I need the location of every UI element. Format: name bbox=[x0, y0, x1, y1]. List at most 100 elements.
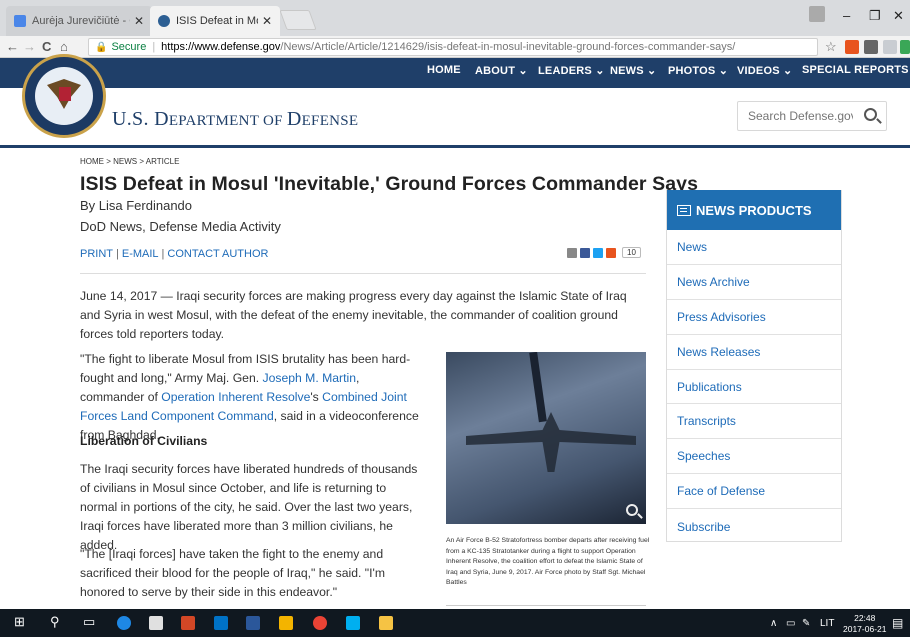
nav-photos[interactable]: PHOTOS ⌄ bbox=[668, 64, 728, 77]
divider bbox=[446, 605, 646, 606]
notifications-icon[interactable]: ▤ bbox=[892, 616, 903, 630]
nav-news[interactable]: NEWS ⌄ bbox=[610, 64, 656, 77]
sidebar-item-publications[interactable]: Publications bbox=[667, 370, 841, 405]
site-top-nav: HOME ABOUT ⌄ LEADERS ⌄ NEWS ⌄ PHOTOS ⌄ V… bbox=[0, 58, 910, 88]
extension-icon[interactable] bbox=[900, 40, 910, 54]
search-icon[interactable] bbox=[864, 108, 877, 121]
shield-icon bbox=[59, 87, 71, 101]
sidebar-item-face-of-defense[interactable]: Face of Defense bbox=[667, 474, 841, 510]
back-icon[interactable]: ← bbox=[6, 39, 19, 54]
tab-google-docs[interactable]: Aurėja Jurevičiūtė - Goo ✕ bbox=[6, 6, 152, 36]
nav-special-reports[interactable]: SPECIAL REPORTS bbox=[802, 64, 909, 76]
search-input[interactable] bbox=[738, 102, 853, 130]
url-field[interactable]: 🔒 Secure | https://www.defense.gov /News… bbox=[88, 38, 818, 56]
breadcrumb[interactable]: HOME > NEWS > ARTICLE bbox=[80, 157, 179, 166]
photo-caption: An Air Force B-52 Stratofortress bomber … bbox=[446, 537, 650, 587]
store-icon[interactable] bbox=[149, 616, 163, 630]
browser-tabstrip: Aurėja Jurevičiūtė - Goo ✕ ISIS Defeat i… bbox=[0, 0, 910, 36]
sidebar-heading: NEWS PRODUCTS bbox=[667, 190, 841, 230]
battery-icon[interactable]: ▭ bbox=[786, 618, 795, 629]
twitter-icon[interactable] bbox=[593, 247, 603, 258]
new-tab-button[interactable] bbox=[279, 10, 317, 30]
extension-icon[interactable] bbox=[845, 40, 859, 54]
article-lead: June 14, 2017 — Iraqi security forces ar… bbox=[80, 289, 627, 341]
article-paragraph: The Iraqi security forces have liberated… bbox=[80, 462, 418, 552]
chrome-icon[interactable] bbox=[313, 616, 327, 630]
close-window-button[interactable]: ✕ bbox=[893, 8, 904, 24]
lock-icon: 🔒 bbox=[95, 41, 108, 53]
url-separator: | bbox=[152, 41, 156, 53]
defense-favicon-icon bbox=[158, 15, 170, 27]
tray-chevron-icon[interactable]: ∧ bbox=[770, 618, 777, 629]
clock[interactable]: 22:48 2017-06-21 bbox=[843, 613, 886, 635]
sidebar-item-news-releases[interactable]: News Releases bbox=[667, 335, 841, 370]
nav-about[interactable]: ABOUT ⌄ bbox=[475, 64, 528, 77]
news-products-sidebar: NEWS PRODUCTS News News Archive Press Ad… bbox=[666, 190, 842, 542]
nav-leaders[interactable]: LEADERS ⌄ bbox=[538, 64, 605, 77]
bookmark-star-icon[interactable]: ☆ bbox=[825, 39, 837, 55]
url-host: https://www.defense.gov bbox=[161, 41, 281, 53]
department-name[interactable]: U.S. DEPARTMENT OF DEFENSE bbox=[112, 108, 358, 131]
link-joseph-martin[interactable]: Joseph M. Martin bbox=[263, 371, 356, 385]
article-byline: By Lisa Ferdinando bbox=[80, 198, 193, 213]
extension-icon[interactable] bbox=[864, 40, 878, 54]
home-icon[interactable]: ⌂ bbox=[60, 39, 68, 54]
skype-icon[interactable] bbox=[346, 616, 360, 630]
link-operation-inherent-resolve[interactable]: Operation Inherent Resolve bbox=[161, 390, 310, 404]
print-link[interactable]: PRINT bbox=[80, 248, 113, 260]
nav-videos[interactable]: VIDEOS ⌄ bbox=[737, 64, 792, 77]
share-buttons: 10 bbox=[567, 247, 641, 258]
contact-author-link[interactable]: CONTACT AUTHOR bbox=[167, 248, 268, 260]
b52-bomber-image bbox=[466, 412, 636, 472]
nav-home[interactable]: HOME bbox=[427, 64, 461, 76]
site-search bbox=[737, 101, 887, 131]
email-share-icon[interactable] bbox=[567, 247, 577, 258]
outlook-icon[interactable] bbox=[214, 616, 228, 630]
search-icon[interactable]: ⚲ bbox=[50, 614, 60, 630]
sidebar-item-transcripts[interactable]: Transcripts bbox=[667, 404, 841, 440]
sidebar-item-speeches[interactable]: Speeches bbox=[667, 439, 841, 475]
pen-icon[interactable]: ✎ bbox=[802, 618, 810, 629]
reload-icon[interactable]: C bbox=[42, 39, 51, 54]
dod-seal-logo[interactable] bbox=[22, 54, 106, 138]
tab-close-icon[interactable]: ✕ bbox=[134, 14, 144, 28]
tab-close-icon[interactable]: ✕ bbox=[262, 14, 272, 28]
sidebar-item-news[interactable]: News bbox=[667, 230, 841, 265]
powerpoint-icon[interactable] bbox=[181, 616, 195, 630]
article-org: DoD News, Defense Media Activity bbox=[80, 219, 281, 234]
article-paragraph: "The [Iraqi forces] have taken the fight… bbox=[80, 547, 385, 599]
share-plus-icon[interactable] bbox=[606, 247, 616, 258]
tab-title: Aurėja Jurevičiūtė - Goo bbox=[32, 15, 130, 27]
zoom-icon[interactable] bbox=[626, 504, 638, 516]
clock-time: 22:48 bbox=[854, 613, 876, 623]
facebook-icon[interactable] bbox=[580, 247, 590, 258]
windows-start-icon[interactable]: ⊞ bbox=[14, 614, 25, 630]
minimize-button[interactable]: – bbox=[843, 8, 850, 23]
clock-date: 2017-06-21 bbox=[843, 624, 887, 634]
page-title: ISIS Defeat in Mosul 'Inevitable,' Groun… bbox=[80, 173, 699, 195]
sidebar-item-press-advisories[interactable]: Press Advisories bbox=[667, 300, 841, 335]
article-photo[interactable] bbox=[446, 352, 646, 524]
secure-label: Secure bbox=[111, 41, 147, 53]
edge-icon[interactable] bbox=[117, 616, 131, 630]
refuel-boom bbox=[529, 352, 547, 423]
tab-defense-article[interactable]: ISIS Defeat in Mosul 'Ine ✕ bbox=[150, 6, 280, 36]
profile-icon[interactable] bbox=[809, 6, 825, 22]
extension-icon[interactable] bbox=[883, 40, 897, 54]
photos-icon[interactable] bbox=[279, 616, 293, 630]
maximize-button[interactable]: ❐ bbox=[869, 8, 881, 24]
sidebar-item-news-archive[interactable]: News Archive bbox=[667, 265, 841, 300]
divider bbox=[80, 273, 646, 274]
forward-icon[interactable]: → bbox=[23, 39, 36, 54]
article-paragraph: "The fight to liberate Mosul from ISIS b… bbox=[80, 352, 419, 442]
sidebar-item-subscribe[interactable]: Subscribe bbox=[667, 509, 841, 544]
language-indicator[interactable]: LIT bbox=[820, 618, 834, 629]
email-link[interactable]: E-MAIL bbox=[122, 248, 159, 260]
docs-favicon-icon bbox=[14, 15, 26, 27]
file-explorer-icon[interactable] bbox=[379, 616, 393, 630]
task-view-icon[interactable]: ▭ bbox=[83, 614, 95, 630]
share-count: 10 bbox=[622, 247, 641, 258]
article-actions: PRINT | E-MAIL | CONTACT AUTHOR bbox=[80, 248, 269, 260]
address-bar-row: ← → C ⌂ 🔒 Secure | https://www.defense.g… bbox=[0, 36, 910, 58]
word-icon[interactable] bbox=[246, 616, 260, 630]
